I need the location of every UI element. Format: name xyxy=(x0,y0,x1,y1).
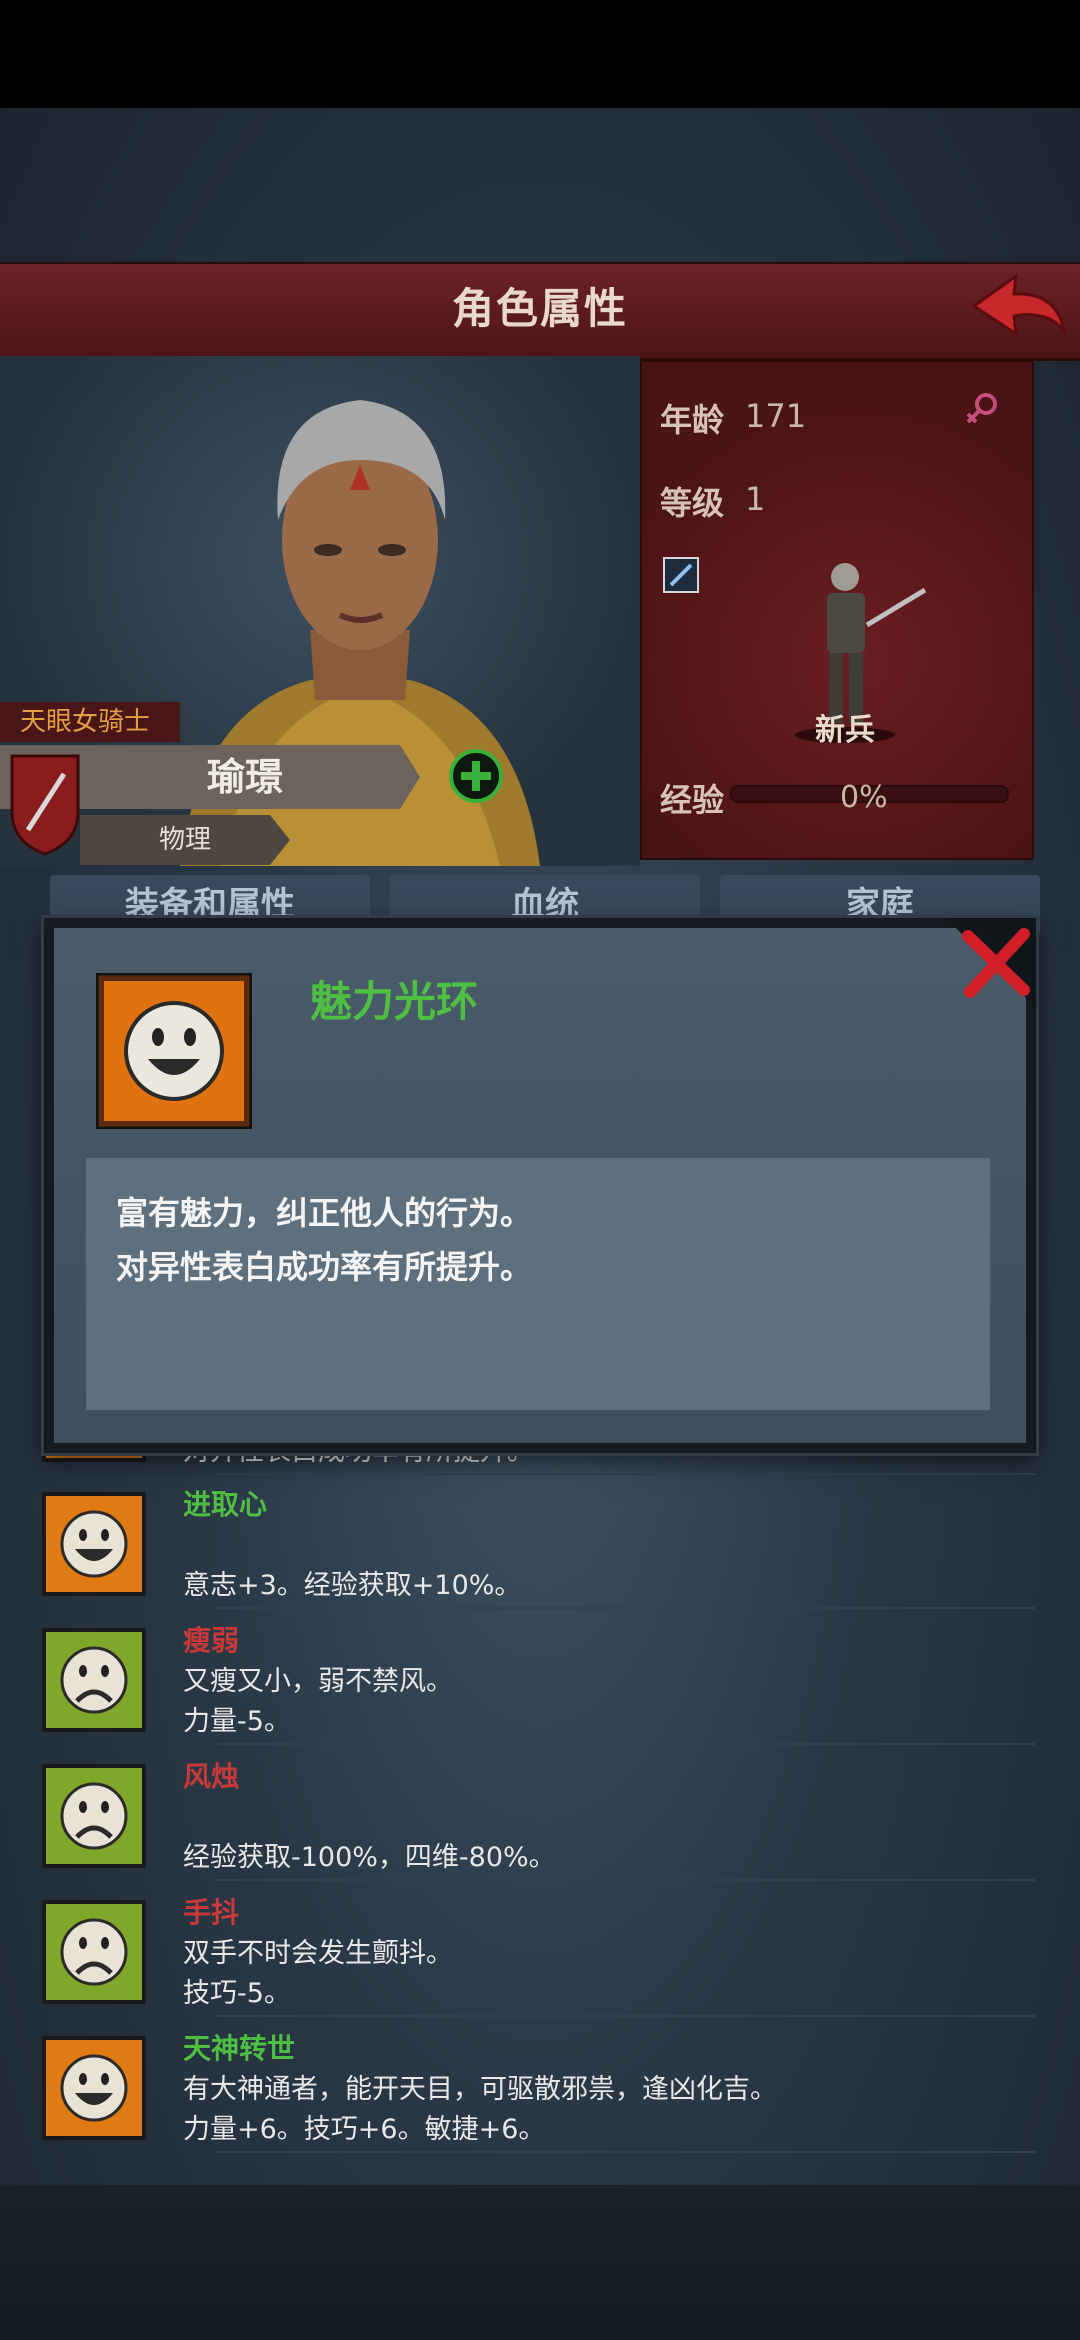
happy-face-icon xyxy=(96,973,252,1129)
damage-type: 物理 xyxy=(158,825,211,855)
character-title: 天眼女骑士 xyxy=(19,707,150,737)
trait-title: 进取心 xyxy=(183,1488,268,1521)
level-value: 1 xyxy=(745,480,766,518)
level-label: 等级 xyxy=(660,484,725,522)
popup-description-line: 对异性表白成功率有所提升。 xyxy=(116,1248,533,1286)
sad-face-icon xyxy=(42,1900,146,2004)
trait-row[interactable]: 风烛经验获取-100%，四维-80%。 xyxy=(35,1745,1035,1881)
sad-face-icon xyxy=(42,1764,146,1868)
exp-label: 经验 xyxy=(660,781,725,819)
popup-title: 魅力光环 xyxy=(310,977,479,1026)
bottom-bar xyxy=(0,2185,1080,2340)
happy-face-icon xyxy=(42,2036,146,2140)
popup-description-line: 富有魅力，纠正他人的行为。 xyxy=(116,1194,533,1232)
trait-row[interactable]: 瘦弱又瘦又小，弱不禁风。 力量-5。 xyxy=(35,1609,1035,1745)
trait-row[interactable]: 天神转世有大神通者，能开天目，可驱散邪祟，逢凶化吉。 力量+6。技巧+6。敏捷+6… xyxy=(35,2017,1035,2153)
close-x-icon[interactable] xyxy=(946,918,1036,1008)
trait-title: 天神转世 xyxy=(183,2032,296,2065)
plus-icon[interactable] xyxy=(448,748,504,804)
female-icon xyxy=(966,393,997,424)
exp-value: 0% xyxy=(840,780,888,815)
status-bar xyxy=(0,0,1080,108)
trait-title: 手抖 xyxy=(183,1896,240,1929)
trait-description: 力量-5。 xyxy=(183,1706,291,1737)
trait-row[interactable]: 进取心意志+3。经验获取+10%。 xyxy=(35,1473,1035,1609)
trait-description: 双手不时会发生颤抖。 xyxy=(183,1938,453,1969)
trait-description: 技巧-5。 xyxy=(183,1978,291,2009)
shield-icon xyxy=(10,754,80,856)
trait-title: 瘦弱 xyxy=(183,1624,240,1657)
age-value: 171 xyxy=(745,397,807,435)
happy-face-icon xyxy=(42,1492,146,1596)
trait-description: 意志+3。经验获取+10%。 xyxy=(183,1570,522,1601)
class-name: 新兵 xyxy=(815,713,875,748)
sad-face-icon xyxy=(42,1628,146,1732)
trait-description: 有大神通者，能开天目，可驱散邪祟，逢凶化吉。 xyxy=(183,2074,777,2105)
back-arrow-icon[interactable] xyxy=(968,270,1068,342)
page-title: 角色属性 xyxy=(451,284,628,333)
character-name[interactable]: 瑜璟 xyxy=(150,745,340,809)
trait-description: 经验获取-100%，四维-80%。 xyxy=(183,1842,556,1873)
trait-description: 又瘦又小，弱不禁风。 xyxy=(183,1666,453,1697)
age-label: 年龄 xyxy=(660,401,725,439)
trait-description: 力量+6。技巧+6。敏捷+6。 xyxy=(183,2114,546,2145)
trait-title: 风烛 xyxy=(183,1760,240,1793)
row-divider xyxy=(215,2151,1035,2153)
trait-row[interactable]: 手抖双手不时会发生颤抖。 技巧-5。 xyxy=(35,1881,1035,2017)
sword-icon[interactable] xyxy=(663,557,699,593)
